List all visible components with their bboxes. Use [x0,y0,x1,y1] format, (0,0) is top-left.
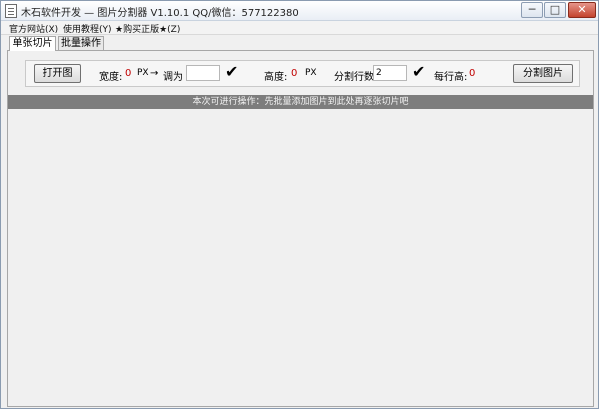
window-title: 木石软件开发 — 图片分割器 V1.10.1 QQ/微信：577122380 [21,8,299,19]
row-height-label: 每行高: [434,72,468,83]
close-button[interactable]: ✕ [568,2,596,18]
tab-panel: 打开图 宽度: 0 PX → 调为 ✔ 高度: 0 PX 分割行数: ✔ 每行高… [7,50,594,407]
hint-bar: 本次可进行操作：先批量添加图片到此处再逐张切片吧 [8,95,593,109]
resize-label: 调为 [163,72,183,83]
tab-single-slice[interactable]: 单张切片 [9,36,56,51]
confirm-rows-check-icon[interactable]: ✔ [412,62,425,81]
tab-batch-operation[interactable]: 批量操作 [58,36,104,50]
split-image-button[interactable]: 分割图片 [513,64,573,83]
title-bar[interactable]: 木石软件开发 — 图片分割器 V1.10.1 QQ/微信：577122380 ─… [1,1,598,21]
resize-width-input[interactable] [186,65,220,81]
controls-group: 打开图 宽度: 0 PX → 调为 ✔ 高度: 0 PX 分割行数: ✔ 每行高… [25,60,580,87]
open-image-button[interactable]: 打开图 [34,64,81,83]
height-unit: PX [305,68,317,78]
image-canvas-area[interactable] [8,109,593,406]
rows-label: 分割行数: [334,72,378,83]
height-label: 高度: [264,72,288,83]
menu-bar: 官方网站(X) 使用教程(Y) ★购买正版★(Z) [1,21,598,35]
confirm-resize-check-icon[interactable]: ✔ [225,62,238,81]
app-window: 木石软件开发 — 图片分割器 V1.10.1 QQ/微信：577122380 ─… [0,0,599,409]
width-label: 宽度: [99,72,123,83]
menu-tutorial[interactable]: 使用教程(Y) [63,22,112,35]
width-unit: PX [137,68,149,78]
menu-buy-license[interactable]: ★购买正版★(Z) [115,22,180,35]
maximize-button[interactable]: □ [544,2,566,18]
minimize-button[interactable]: ─ [521,2,543,18]
menu-official-site[interactable]: 官方网站(X) [9,22,58,35]
arrow-right-icon: → [150,68,159,79]
width-value: 0 [125,68,132,79]
document-icon [5,4,17,18]
row-height-value: 0 [469,68,476,79]
split-rows-input[interactable] [373,65,407,81]
height-value: 0 [291,68,298,79]
